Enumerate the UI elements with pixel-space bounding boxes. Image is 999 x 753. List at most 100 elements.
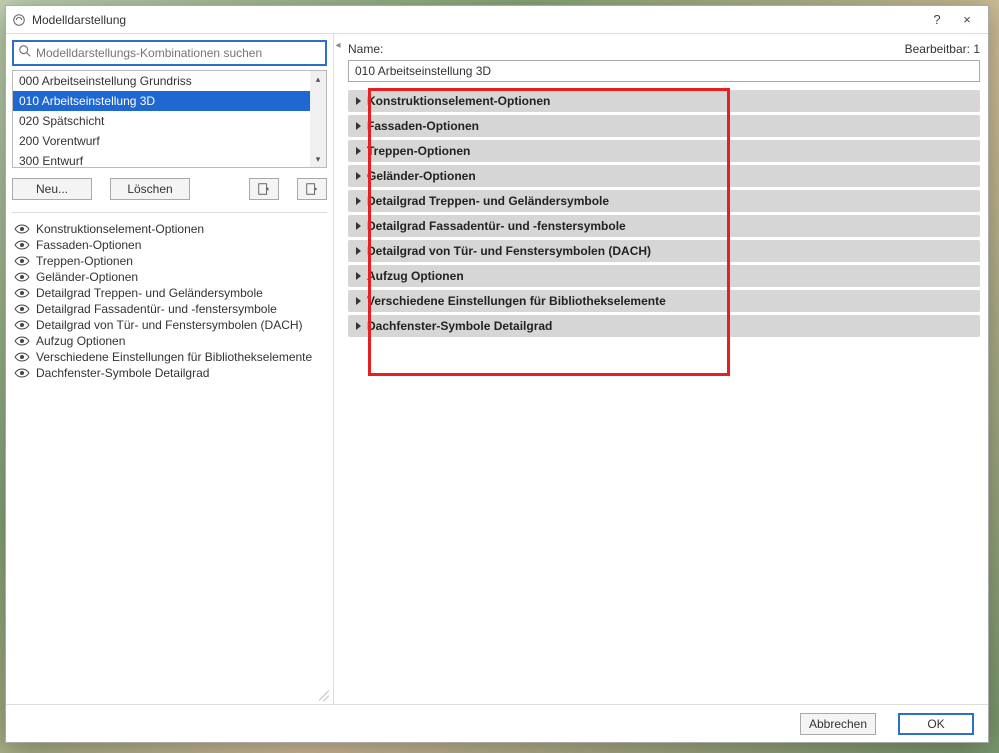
combination-list[interactable]: 000 Arbeitseinstellung Grundriss010 Arbe… (12, 70, 327, 168)
combination-item[interactable]: 000 Arbeitseinstellung Grundriss (13, 71, 326, 91)
editable-count: Bearbeitbar: 1 (905, 42, 980, 56)
settings-group-label: Geländer-Optionen (367, 169, 476, 183)
help-button[interactable]: ? (922, 9, 952, 31)
expand-caret-icon (356, 197, 361, 205)
export-icon (305, 182, 319, 196)
override-item-label: Dachfenster-Symbole Detailgrad (36, 366, 209, 380)
combination-item[interactable]: 200 Vorentwurf (13, 131, 326, 151)
combination-item[interactable]: 300 Entwurf (13, 151, 326, 168)
override-list: Konstruktionselement-Optionen Fassaden-Op… (12, 221, 327, 698)
expand-caret-icon (356, 272, 361, 280)
visibility-eye-icon[interactable] (14, 366, 30, 380)
settings-group-header[interactable]: Verschiedene Einstellungen für Bibliothe… (348, 290, 980, 312)
override-item[interactable]: Verschiedene Einstellungen für Bibliothe… (12, 349, 327, 365)
name-input[interactable] (348, 60, 980, 82)
override-item[interactable]: Aufzug Optionen (12, 333, 327, 349)
import-icon (257, 182, 271, 196)
settings-group-label: Fassaden-Optionen (367, 119, 479, 133)
combination-item[interactable]: 020 Spätschicht (13, 111, 326, 131)
visibility-eye-icon[interactable] (14, 350, 30, 364)
chevron-left-icon: ◂ (335, 40, 340, 51)
settings-group-header[interactable]: Detailgrad von Tür- und Fenstersymbolen … (348, 240, 980, 262)
app-icon (12, 13, 26, 27)
visibility-eye-icon[interactable] (14, 318, 30, 332)
override-item[interactable]: Detailgrad von Tür- und Fenstersymbolen … (12, 317, 327, 333)
settings-group-label: Detailgrad von Tür- und Fenstersymbolen … (367, 244, 651, 258)
override-item-label: Verschiedene Einstellungen für Bibliothe… (36, 350, 312, 364)
visibility-eye-icon[interactable] (14, 302, 30, 316)
search-field[interactable] (12, 40, 327, 66)
settings-group-label: Detailgrad Treppen- und Geländersymbole (367, 194, 609, 208)
settings-group-header[interactable]: Geländer-Optionen (348, 165, 980, 187)
settings-group-label: Treppen-Optionen (367, 144, 470, 158)
override-item[interactable]: Geländer-Optionen (12, 269, 327, 285)
expand-caret-icon (356, 97, 361, 105)
override-item[interactable]: Dachfenster-Symbole Detailgrad (12, 365, 327, 381)
combo-button-row: Neu... Löschen (12, 178, 327, 200)
export-button[interactable] (297, 178, 327, 200)
override-item-label: Fassaden-Optionen (36, 238, 141, 252)
titlebar: Modelldarstellung ? × (6, 6, 988, 34)
override-item-label: Detailgrad Fassadentür- und -fenstersymb… (36, 302, 277, 316)
override-item-label: Treppen-Optionen (36, 254, 133, 268)
override-item[interactable]: Konstruktionselement-Optionen (12, 221, 327, 237)
left-panel: 000 Arbeitseinstellung Grundriss010 Arbe… (6, 34, 334, 704)
import-button[interactable] (249, 178, 279, 200)
override-item[interactable]: Fassaden-Optionen (12, 237, 327, 253)
right-panel: Name: Bearbeitbar: 1 Konstruktionselemen… (342, 34, 988, 704)
override-item-label: Detailgrad von Tür- und Fenstersymbolen … (36, 318, 303, 332)
right-header: Name: Bearbeitbar: 1 (348, 42, 980, 56)
settings-group-header[interactable]: Fassaden-Optionen (348, 115, 980, 137)
expand-caret-icon (356, 172, 361, 180)
override-item-label: Aufzug Optionen (36, 334, 125, 348)
visibility-eye-icon[interactable] (14, 334, 30, 348)
settings-group-label: Dachfenster-Symbole Detailgrad (367, 319, 552, 333)
settings-group-label: Detailgrad Fassadentür- und -fenstersymb… (367, 219, 626, 233)
settings-group-header[interactable]: Dachfenster-Symbole Detailgrad (348, 315, 980, 337)
settings-group-label: Aufzug Optionen (367, 269, 464, 283)
visibility-eye-icon[interactable] (14, 286, 30, 300)
override-item-label: Detailgrad Treppen- und Geländersymbole (36, 286, 263, 300)
delete-button[interactable]: Löschen (110, 178, 190, 200)
override-item[interactable]: Detailgrad Treppen- und Geländersymbole (12, 285, 327, 301)
resize-grip[interactable] (315, 686, 329, 700)
settings-groups-container: Konstruktionselement-Optionen Fassaden-Op… (348, 90, 980, 704)
dialog-footer: Abbrechen OK (6, 704, 988, 742)
settings-group-header[interactable]: Detailgrad Treppen- und Geländersymbole (348, 190, 980, 212)
expand-caret-icon (356, 222, 361, 230)
visibility-eye-icon[interactable] (14, 238, 30, 252)
visibility-eye-icon[interactable] (14, 270, 30, 284)
settings-group-label: Verschiedene Einstellungen für Bibliothe… (367, 294, 666, 308)
visibility-eye-icon[interactable] (14, 254, 30, 268)
expand-caret-icon (356, 122, 361, 130)
search-icon (18, 44, 32, 63)
divider (12, 212, 327, 213)
close-button[interactable]: × (952, 9, 982, 31)
settings-group-header[interactable]: Treppen-Optionen (348, 140, 980, 162)
name-label: Name: (348, 42, 383, 56)
visibility-eye-icon[interactable] (14, 222, 30, 236)
cancel-button[interactable]: Abbrechen (800, 713, 876, 735)
expand-caret-icon (356, 297, 361, 305)
override-item[interactable]: Detailgrad Fassadentür- und -fenstersymb… (12, 301, 327, 317)
override-item-label: Geländer-Optionen (36, 270, 138, 284)
scroll-up-icon[interactable]: ▴ (310, 71, 326, 87)
search-input[interactable] (32, 46, 321, 60)
expand-caret-icon (356, 322, 361, 330)
expand-caret-icon (356, 147, 361, 155)
settings-group-header[interactable]: Detailgrad Fassadentür- und -fenstersymb… (348, 215, 980, 237)
combination-item[interactable]: 010 Arbeitseinstellung 3D (13, 91, 326, 111)
dialog-title: Modelldarstellung (32, 13, 922, 27)
settings-group-header[interactable]: Aufzug Optionen (348, 265, 980, 287)
new-button[interactable]: Neu... (12, 178, 92, 200)
model-view-dialog: Modelldarstellung ? × 000 Arbeitseinstel… (5, 5, 989, 743)
ok-button[interactable]: OK (898, 713, 974, 735)
override-item[interactable]: Treppen-Optionen (12, 253, 327, 269)
settings-group-header[interactable]: Konstruktionselement-Optionen (348, 90, 980, 112)
combination-scrollbar[interactable]: ▴ ▾ (310, 71, 326, 167)
collapse-left-panel[interactable]: ◂ (334, 34, 342, 704)
expand-caret-icon (356, 247, 361, 255)
scroll-down-icon[interactable]: ▾ (310, 151, 326, 167)
override-item-label: Konstruktionselement-Optionen (36, 222, 204, 236)
settings-group-label: Konstruktionselement-Optionen (367, 94, 550, 108)
